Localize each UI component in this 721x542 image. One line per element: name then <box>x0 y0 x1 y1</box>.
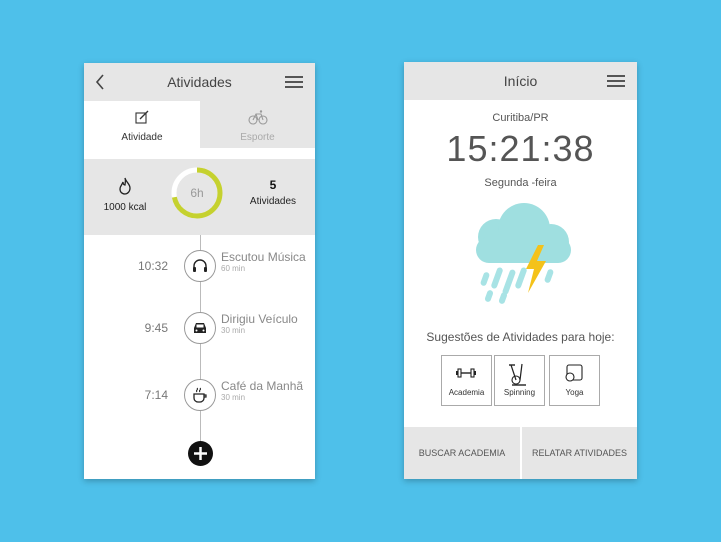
hours-ring: 6h <box>170 166 224 220</box>
flame-icon <box>119 177 131 195</box>
entry-name: Dirigiu Veículo <box>221 312 298 326</box>
weekday-label: Segunda -feira <box>484 177 557 189</box>
add-activity-button[interactable] <box>188 441 213 466</box>
headphones-icon <box>193 259 207 272</box>
suggestion-yoga[interactable]: Yoga <box>549 355 600 406</box>
activities-screen: Atividades Atividade Esporte 1000 kcal 6… <box>84 63 315 479</box>
tab-label: Atividade <box>121 132 163 143</box>
daily-stats: 1000 kcal 6h 5 Atividades <box>84 159 315 235</box>
tab-label: Esporte <box>240 132 275 143</box>
plus-icon <box>194 447 207 460</box>
yoga-mat-icon <box>565 364 583 382</box>
suggestion-spinning[interactable]: Spinning <box>494 355 545 406</box>
tab-atividade[interactable]: Atividade <box>84 101 200 148</box>
city-label: Curitiba/PR <box>492 112 549 124</box>
entry-duration: 30 min <box>221 393 246 402</box>
entry-time: 7:14 <box>144 388 168 402</box>
edit-icon <box>135 110 149 124</box>
entry-duration: 30 min <box>221 326 246 335</box>
timeline-entry[interactable]: 7:14 Café da Manhã 30 min <box>84 379 315 415</box>
entry-time: 9:45 <box>144 321 168 335</box>
suggestion-label: Yoga <box>565 388 584 397</box>
car-icon <box>194 323 206 333</box>
entry-name: Café da Manhã <box>221 379 304 393</box>
calories-value: 1000 kcal <box>103 202 147 213</box>
entry-time: 10:32 <box>137 259 168 273</box>
suggestion-label: Spinning <box>503 388 536 397</box>
find-gym-button[interactable]: BUSCAR ACADEMIA <box>404 427 520 479</box>
activities-count: 5 <box>269 178 277 192</box>
clock-time: 15:21:38 <box>446 128 595 169</box>
activities-stat: 5 Atividades <box>242 178 304 207</box>
activities-header: Atividades <box>84 63 315 101</box>
suggestions-title: Sugestões de Atividades para hoje: <box>426 330 615 344</box>
coffee-icon <box>193 387 207 403</box>
menu-icon[interactable] <box>285 76 303 88</box>
dumbbell-icon <box>456 368 476 378</box>
tab-esporte[interactable]: Esporte <box>200 101 315 148</box>
menu-icon[interactable] <box>607 75 625 87</box>
suggestion-academia[interactable]: Academia <box>441 355 492 406</box>
page-title: Atividades <box>167 74 232 90</box>
activities-label: Atividades <box>249 196 297 207</box>
report-activities-button[interactable]: RELATAR ATIVIDADES <box>522 427 637 479</box>
suggestion-label: Academia <box>448 388 485 397</box>
bicycle-icon <box>248 110 268 125</box>
storm-cloud-icon <box>476 203 571 304</box>
home-screen: Início Curitiba/PR 15:21:38 Segunda -fei… <box>404 62 637 479</box>
timeline-entry[interactable]: 10:32 Escutou Música 60 min <box>84 250 315 286</box>
entry-name: Escutou Música <box>221 250 306 264</box>
spinning-bike-icon <box>509 363 526 386</box>
timeline-entry[interactable]: 9:45 Dirigiu Veículo 30 min <box>84 312 315 348</box>
home-header: Início <box>404 62 637 100</box>
entry-duration: 60 min <box>221 264 246 273</box>
page-title: Início <box>503 73 538 89</box>
calories-stat: 1000 kcal <box>92 177 158 213</box>
hours-label: 6h <box>190 186 204 200</box>
